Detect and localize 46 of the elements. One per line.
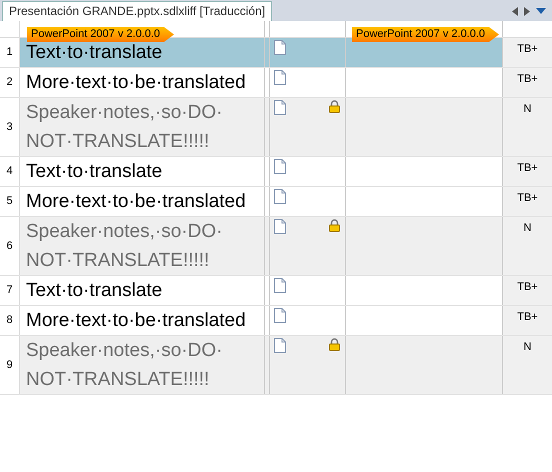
source-segment[interactable]: Speaker·notes,·so·DO·NOT·TRANSLATE!!!!! — [20, 98, 265, 156]
segment-row[interactable]: 7 Text·to·translate TB+ — [0, 276, 552, 306]
source-segment[interactable]: Text·to·translate — [20, 38, 265, 67]
match-status: TB+ — [502, 157, 552, 186]
document-icon — [274, 70, 286, 85]
segment-row[interactable]: 3 Speaker·notes,·so·DO·NOT·TRANSLATE!!!!! N — [0, 98, 552, 157]
scroll-right-icon[interactable] — [524, 6, 530, 16]
source-segment[interactable]: Speaker·notes,·so·DO·NOT·TRANSLATE!!!!! — [20, 217, 265, 275]
segment-row[interactable]: 2 More·text·to·be·translated TB+ — [0, 68, 552, 98]
source-segment[interactable]: More·text·to·be·translated — [20, 187, 265, 216]
segment-row[interactable]: 9 Speaker·notes,·so·DO·NOT·TRANSLATE!!!!! N — [0, 336, 552, 395]
segment-row[interactable]: 5 More·text·to·be·translated TB+ — [0, 187, 552, 217]
structure-tag: PowerPoint 2007 v 2.0.0.0 — [27, 27, 174, 42]
segment-row[interactable]: 6 Speaker·notes,·so·DO·NOT·TRANSLATE!!!!! N — [0, 217, 552, 276]
match-status: TB+ — [502, 276, 552, 305]
scroll-left-icon[interactable] — [512, 6, 518, 16]
source-segment[interactable]: More·text·to·be·translated — [20, 68, 265, 97]
match-status: TB+ — [502, 68, 552, 97]
lock-icon — [329, 338, 340, 351]
document-icon — [274, 40, 286, 55]
segment-row[interactable]: 1 Text·to·translate TB+ — [0, 38, 552, 68]
source-segment[interactable]: Speaker·notes,·so·DO·NOT·TRANSLATE!!!!! — [20, 336, 265, 394]
document-icon — [274, 100, 286, 115]
row-number: 9 — [0, 336, 20, 394]
document-icon — [274, 308, 286, 323]
document-tab[interactable]: Presentación GRANDE.pptx.sdlxliff [Traducción] — [2, 1, 272, 21]
document-icon — [274, 189, 286, 204]
match-status: TB+ — [502, 38, 552, 67]
source-segment[interactable]: Text·to·translate — [20, 157, 265, 186]
row-number: 3 — [0, 98, 20, 156]
segment-row[interactable]: 4 Text·to·translate TB+ — [0, 157, 552, 187]
source-segment[interactable]: Text·to·translate — [20, 276, 265, 305]
match-status: TB+ — [502, 187, 552, 216]
source-segment[interactable]: More·text·to·be·translated — [20, 306, 265, 335]
match-status: TB+ — [502, 306, 552, 335]
structure-tag: PowerPoint 2007 v 2.0.0.0 — [352, 27, 500, 42]
lock-icon — [329, 219, 340, 232]
lock-icon — [329, 100, 340, 113]
row-number: 1 — [0, 38, 20, 67]
document-icon — [274, 278, 286, 293]
document-icon — [274, 159, 286, 174]
row-number: 6 — [0, 217, 20, 275]
segment-row[interactable]: 8 More·text·to·be·translated TB+ — [0, 306, 552, 336]
document-icon — [274, 219, 286, 234]
dropdown-icon[interactable] — [536, 8, 546, 14]
document-icon — [274, 338, 286, 353]
